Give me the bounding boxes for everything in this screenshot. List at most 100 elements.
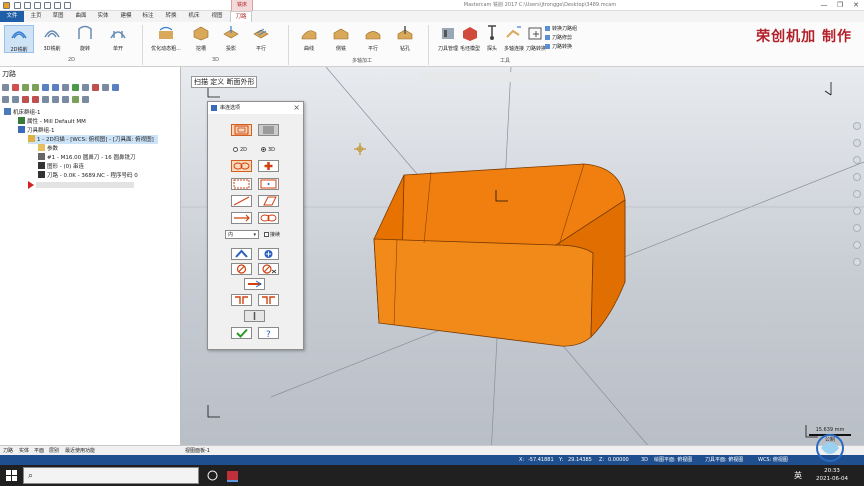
print-icon[interactable]: [44, 2, 51, 9]
select-all-icon[interactable]: [2, 84, 9, 91]
solid-mode-button[interactable]: [258, 124, 279, 136]
tab-annotate[interactable]: 标注: [138, 11, 158, 22]
windows-start-icon[interactable]: [5, 469, 18, 482]
tab-viewsheet-1[interactable]: 视图面板-1: [185, 447, 210, 454]
insert-arrow-icon[interactable]: [22, 96, 29, 103]
tree-item-operation[interactable]: 1 - 2D扫描 - [WCS: 俯视图] - [刀具面: 俯视图]: [28, 135, 158, 144]
tree-item-properties[interactable]: 属性 - Mill Default MM: [18, 117, 86, 126]
options-button[interactable]: [244, 310, 265, 322]
project-button[interactable]: 投影: [216, 25, 246, 53]
tab-transform[interactable]: 转换: [161, 11, 181, 22]
redo-icon[interactable]: [64, 2, 71, 9]
tab-view[interactable]: 视图: [207, 11, 227, 22]
post-icon[interactable]: [72, 84, 79, 91]
wcs-plane[interactable]: WCS: 俯视图: [758, 455, 788, 465]
mastercam-taskbar-icon[interactable]: [226, 469, 239, 482]
tab-toolpaths-manager[interactable]: 刀路: [3, 447, 13, 454]
right-view-icon[interactable]: [853, 224, 861, 232]
collapse-icon[interactable]: [82, 96, 89, 103]
radio-3d[interactable]: 3D: [261, 147, 275, 153]
shade-icon[interactable]: [853, 258, 861, 266]
end-chain-button[interactable]: [244, 278, 265, 290]
single-open-button[interactable]: 单开: [103, 25, 133, 53]
tree-item-toolpath[interactable]: 刀路 - 0.0K - 3689.NC - 程序号码 0: [38, 171, 138, 180]
lock-icon[interactable]: [102, 84, 109, 91]
tree-item-geometry[interactable]: 图形 - (0) 串连: [38, 162, 84, 171]
unselect-button[interactable]: [231, 263, 252, 275]
reverse-button[interactable]: [231, 248, 252, 260]
transform-toolpath-button[interactable]: 刀路转换: [545, 44, 572, 51]
scroll-icon[interactable]: [42, 96, 49, 103]
construction-plane[interactable]: 绘图平面: 俯视图: [654, 455, 692, 465]
high-feed-icon[interactable]: [82, 84, 89, 91]
undo-icon[interactable]: [54, 2, 61, 9]
add-button[interactable]: [258, 248, 279, 260]
swarf-button[interactable]: 侧铣: [326, 25, 356, 53]
end-point-button[interactable]: [258, 294, 279, 306]
top-view-icon[interactable]: [853, 190, 861, 198]
maximize-button[interactable]: ❐: [832, 0, 848, 11]
minimize-button[interactable]: —: [816, 0, 832, 11]
verify-icon[interactable]: [52, 84, 59, 91]
3d-milling-button[interactable]: 3D铣削: [37, 25, 67, 53]
pocket-button[interactable]: 挖槽: [186, 25, 216, 53]
tab-model[interactable]: 建模: [116, 11, 136, 22]
tree-item-tool[interactable]: #1 - M16.00 圆鼻刀 - 16 圆鼻铣刀: [38, 153, 136, 162]
2d-milling-button[interactable]: 2D铣削: [4, 25, 34, 53]
open-file-icon[interactable]: [24, 2, 31, 9]
tree-item-parameters[interactable]: 参数: [38, 144, 58, 153]
display-toggle-icon[interactable]: [62, 96, 69, 103]
parallel-button[interactable]: 平行: [246, 25, 276, 53]
simulate-icon[interactable]: [62, 84, 69, 91]
tree-item-toolpath-group[interactable]: 刀具群组-1: [18, 126, 54, 135]
task-view-icon[interactable]: [206, 469, 219, 482]
drill-button[interactable]: 钻孔: [390, 25, 420, 53]
move-up-icon[interactable]: [12, 96, 19, 103]
front-view-icon[interactable]: [853, 207, 861, 215]
dialog-close-icon[interactable]: ×: [293, 103, 300, 112]
tree-item-machine-group[interactable]: 机床群组-1: [4, 108, 40, 117]
window-select-button[interactable]: [231, 178, 252, 190]
revolve-button[interactable]: 旋转: [70, 25, 100, 53]
tab-home[interactable]: 主页: [26, 11, 46, 22]
single-display-icon[interactable]: [52, 96, 59, 103]
fit-icon[interactable]: [853, 156, 861, 164]
backplot-icon[interactable]: [42, 84, 49, 91]
iso-view-icon[interactable]: [853, 241, 861, 249]
tab-file[interactable]: 文件: [0, 11, 24, 22]
radio-2d[interactable]: 2D: [233, 147, 247, 153]
tab-solids-manager[interactable]: 实体: [19, 447, 29, 454]
select-failed-icon[interactable]: [12, 84, 19, 91]
tool-plane[interactable]: 刀具平面: 俯视图: [705, 455, 743, 465]
move-down-icon[interactable]: [2, 96, 9, 103]
point-button[interactable]: [258, 160, 279, 172]
single-select-button[interactable]: [231, 195, 252, 207]
tab-recent-functions[interactable]: 最近使用功能: [65, 447, 95, 454]
tab-machine[interactable]: 机床: [184, 11, 204, 22]
chain-button[interactable]: [231, 160, 252, 172]
regenerate-dirty-icon[interactable]: [32, 84, 39, 91]
help-button[interactable]: ?: [258, 327, 279, 340]
optirough-button[interactable]: 优化动态粗...: [148, 25, 184, 53]
insert-position-arrow-icon[interactable]: [28, 181, 34, 189]
polygon-select-button[interactable]: [258, 195, 279, 207]
unzoom-icon[interactable]: [853, 139, 861, 147]
rotate-icon[interactable]: [853, 173, 861, 181]
wait-checkbox[interactable]: 接续: [264, 231, 280, 238]
unselect-all-button[interactable]: [258, 263, 279, 275]
delete-all-icon[interactable]: [92, 84, 99, 91]
tab-surface[interactable]: 曲面: [71, 11, 91, 22]
inside-outside-select[interactable]: 内 ▾: [225, 230, 259, 239]
tab-levels-manager[interactable]: 层别: [49, 447, 59, 454]
expand-icon[interactable]: [72, 96, 79, 103]
curve-button[interactable]: 曲线: [294, 25, 324, 53]
mode-3d-toggle[interactable]: 3D: [641, 455, 648, 465]
new-file-icon[interactable]: [14, 2, 21, 9]
start-point-button[interactable]: [231, 294, 252, 306]
tab-sketch[interactable]: 草图: [48, 11, 68, 22]
partial-select-button[interactable]: [258, 212, 279, 224]
ok-button[interactable]: [231, 327, 252, 339]
zoom-window-icon[interactable]: [853, 122, 861, 130]
close-button[interactable]: ✕: [848, 0, 864, 11]
trim-toolpath-button[interactable]: 刀路修剪: [545, 35, 572, 42]
